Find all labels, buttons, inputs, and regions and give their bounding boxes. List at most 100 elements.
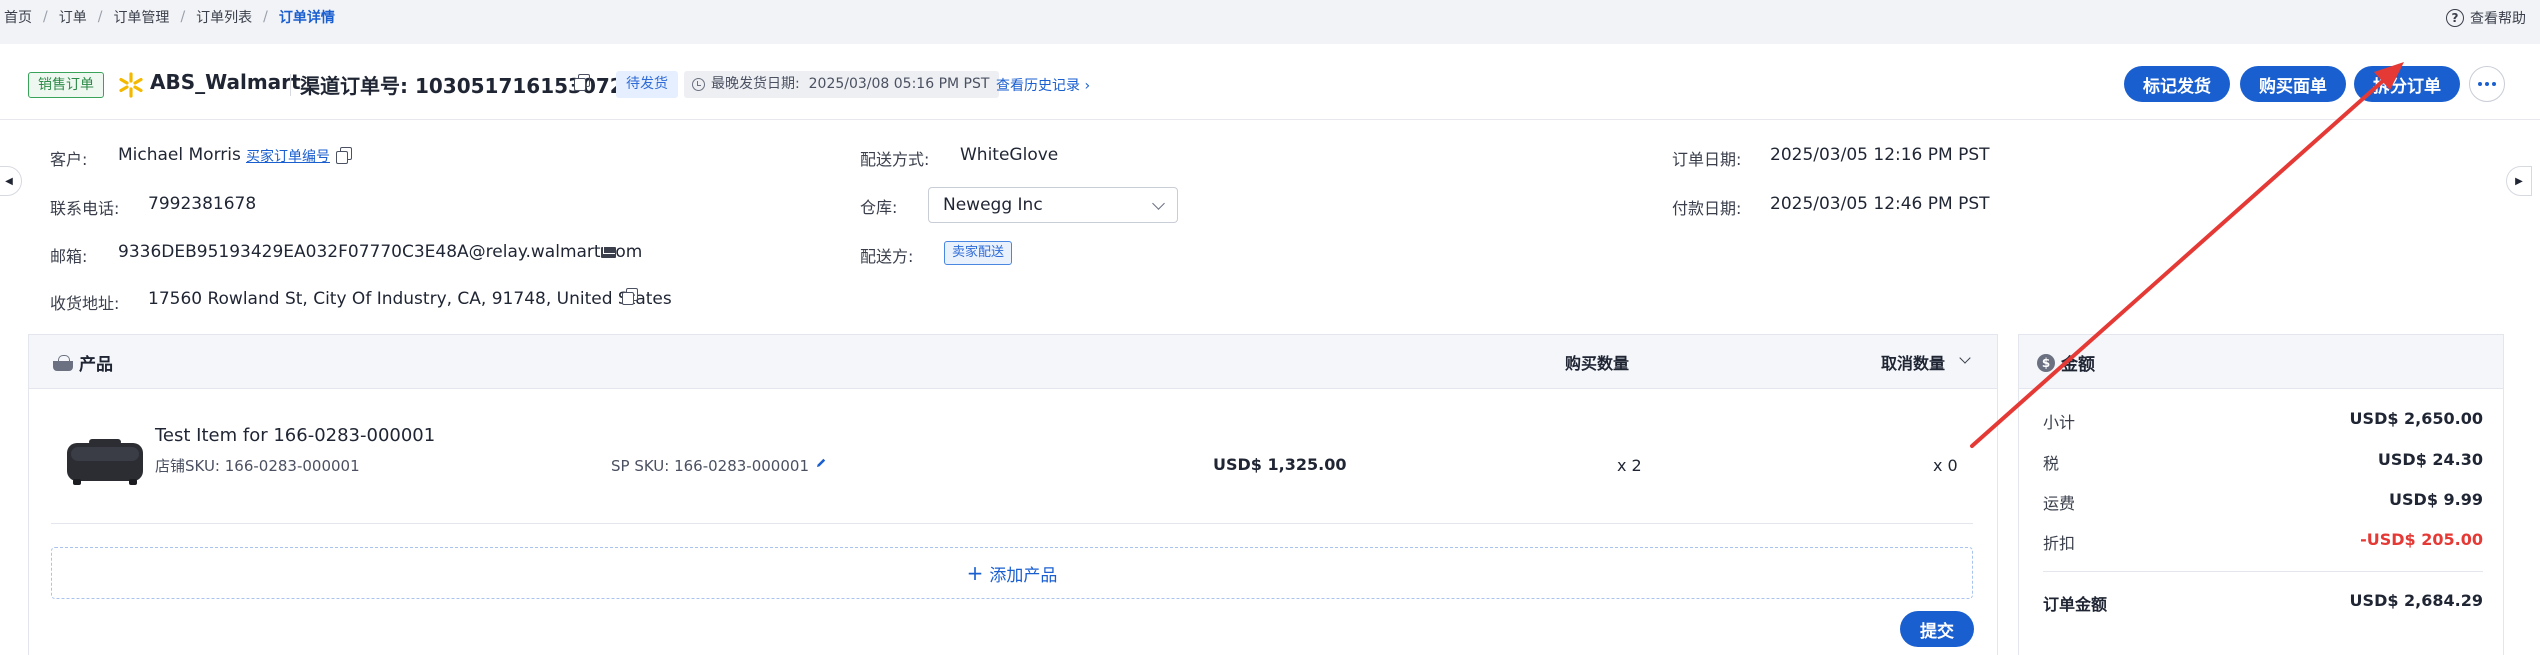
ship-method-value: WhiteGlove: [960, 145, 1059, 165]
shipper-tag: 卖家配送: [944, 241, 1013, 265]
amount-value: USD$ 9.99: [2389, 490, 2483, 509]
breadcrumb-order-detail: 订单详情: [278, 10, 335, 26]
status-badge: 待发货: [616, 71, 678, 98]
more-dot-icon: [2492, 82, 2496, 86]
view-history-link[interactable]: 查看历史记录 ›: [996, 75, 1090, 95]
shipper-label: 配送方:: [860, 247, 914, 266]
order-detail-card: 销售订单 ABS_Walmart 渠道订单号: 103051716153072 …: [0, 44, 2540, 655]
breadcrumb-separator: /: [180, 9, 186, 25]
amount-divider: [2043, 571, 2483, 572]
chevron-down-icon: [1152, 196, 1165, 210]
purchase-qty-header: 购买数量: [1565, 354, 1630, 373]
amount-title-text: 金额: [2061, 355, 2095, 375]
amount-label: 折扣: [2043, 534, 2076, 553]
breadcrumb-separator: /: [263, 9, 268, 25]
amount-label: 运费: [2043, 494, 2076, 513]
more-dot-icon: [2485, 82, 2489, 86]
header-divider: [290, 74, 291, 96]
address-label: 收货地址:: [50, 294, 120, 313]
amount-title: $ 金额: [2037, 350, 2095, 375]
row-divider: [51, 523, 1973, 524]
warehouse-label: 仓库:: [860, 198, 898, 217]
email-value: 9336DEB95193429EA032F07770C3E48A@relay.w…: [118, 242, 643, 262]
amount-row-discount: 折扣 -USD$ 205.00: [2043, 530, 2483, 554]
product-thumbnail: [67, 439, 143, 485]
buy-label-button[interactable]: 购买面单: [2240, 66, 2346, 102]
store-sku: 店铺SKU: 166-0283-000001: [155, 457, 360, 475]
top-bar: 首页 / 订单 / 订单管理 / 订单列表 / 订单详情 ? 查看帮助: [0, 0, 2540, 36]
help-label: 查看帮助: [2470, 11, 2526, 27]
product-title-text: 产品: [79, 355, 113, 375]
amount-panel: $ 金额 小计 USD$ 2,650.00 税 USD$ 24.30 运费 US…: [2018, 334, 2504, 655]
order-date-label: 订单日期:: [1672, 150, 1742, 169]
latest-ship-label: 最晚发货日期:: [711, 76, 800, 92]
amount-label: 税: [2043, 454, 2060, 473]
clock-icon: [692, 78, 705, 91]
add-product-label: 添加产品: [989, 565, 1058, 586]
mark-shipped-button[interactable]: 标记发货: [2124, 66, 2230, 102]
pay-date-value: 2025/03/05 12:46 PM PST: [1770, 194, 1990, 214]
latest-ship-date: 2025/03/08 05:16 PM PST: [808, 76, 990, 92]
amount-row-total: 订单金额 USD$ 2,684.29: [2043, 591, 2483, 615]
shop-name: ABS_Walmart: [150, 70, 301, 94]
order-number-label: 渠道订单号:: [300, 74, 408, 98]
channel-order-number: 渠道订单号: 103051716153072 20: [300, 70, 659, 99]
amount-label: 小计: [2043, 413, 2076, 432]
phone-label: 联系电话:: [50, 199, 120, 218]
amount-value: USD$ 2,650.00: [2349, 409, 2483, 428]
amount-row-shipping: 运费 USD$ 9.99: [2043, 490, 2483, 514]
unit-price: USD$ 1,325.00: [1213, 455, 1347, 474]
amount-row-tax: 税 USD$ 24.30: [2043, 450, 2483, 474]
next-order-button[interactable]: ▶: [2506, 166, 2532, 196]
ship-method-label: 配送方式:: [860, 150, 930, 169]
cancel-qty-header: 取消数量: [1881, 354, 1946, 373]
warehouse-selected: Newegg Inc: [943, 195, 1043, 215]
help-link[interactable]: ? 查看帮助: [2446, 8, 2526, 28]
breadcrumb-orders[interactable]: 订单: [59, 7, 87, 27]
sale-order-tag: 销售订单: [28, 72, 104, 98]
more-actions-button[interactable]: [2469, 66, 2505, 102]
edit-pencil-icon[interactable]: [815, 457, 827, 469]
dollar-coin-icon: $: [2037, 353, 2055, 372]
question-icon: ?: [2446, 9, 2464, 27]
amount-panel-header: $ 金额: [2019, 335, 2503, 389]
cancel-qty: x 0: [1933, 456, 1958, 475]
buyer-order-number-link[interactable]: 买家订单编号: [246, 146, 330, 166]
amount-value: -USD$ 205.00: [2360, 530, 2483, 549]
total-label: 订单金额: [2043, 595, 2108, 614]
submit-button[interactable]: 提交: [1900, 611, 1974, 647]
order-date-value: 2025/03/05 12:16 PM PST: [1770, 145, 1990, 165]
breadcrumb: 首页 / 订单 / 订单管理 / 订单列表 / 订单详情: [4, 7, 335, 27]
plus-icon: +: [966, 561, 984, 585]
walmart-spark-icon: [119, 72, 143, 98]
sp-sku: SP SKU: 166-0283-000001: [611, 457, 809, 475]
product-name: Test Item for 166-0283-000001: [155, 425, 436, 446]
customer-name: Michael Morris: [118, 145, 241, 165]
breadcrumb-order-list[interactable]: 订单列表: [196, 7, 252, 27]
amount-value: USD$ 24.30: [2377, 450, 2483, 469]
breadcrumb-order-management[interactable]: 订单管理: [113, 7, 169, 27]
email-label: 邮箱:: [50, 247, 88, 266]
prev-order-button[interactable]: ◀: [0, 166, 22, 196]
latest-ship-date-tag: 最晚发货日期: 2025/03/08 05:16 PM PST: [684, 71, 1000, 98]
breadcrumb-home[interactable]: 首页: [4, 7, 32, 27]
breadcrumb-separator: /: [97, 9, 103, 25]
split-order-button[interactable]: 拆分订单: [2354, 66, 2460, 102]
product-title: 产品: [53, 350, 113, 375]
pay-date-label: 付款日期:: [1672, 199, 1742, 218]
copy-icon[interactable]: [622, 288, 638, 305]
address-value: 17560 Rowland St, City Of Industry, CA, …: [148, 289, 672, 309]
basket-icon: [53, 354, 73, 371]
add-product-button[interactable]: + 添加产品: [51, 547, 1973, 599]
copy-icon[interactable]: [336, 147, 352, 164]
purchase-qty: x 2: [1617, 456, 1642, 475]
customer-label: 客户:: [50, 150, 88, 169]
order-header: 销售订单 ABS_Walmart 渠道订单号: 103051716153072 …: [0, 44, 2540, 120]
warehouse-select[interactable]: Newegg Inc: [928, 187, 1178, 223]
copy-icon[interactable]: [574, 74, 590, 91]
total-value: USD$ 2,684.29: [2349, 591, 2483, 610]
chevron-down-icon[interactable]: [1959, 352, 1971, 364]
phone-value: 7992381678: [148, 194, 257, 214]
product-panel: 产品 购买数量 取消数量 Test Item for 166-0283-0000…: [28, 334, 1998, 655]
mail-icon[interactable]: [601, 247, 616, 258]
